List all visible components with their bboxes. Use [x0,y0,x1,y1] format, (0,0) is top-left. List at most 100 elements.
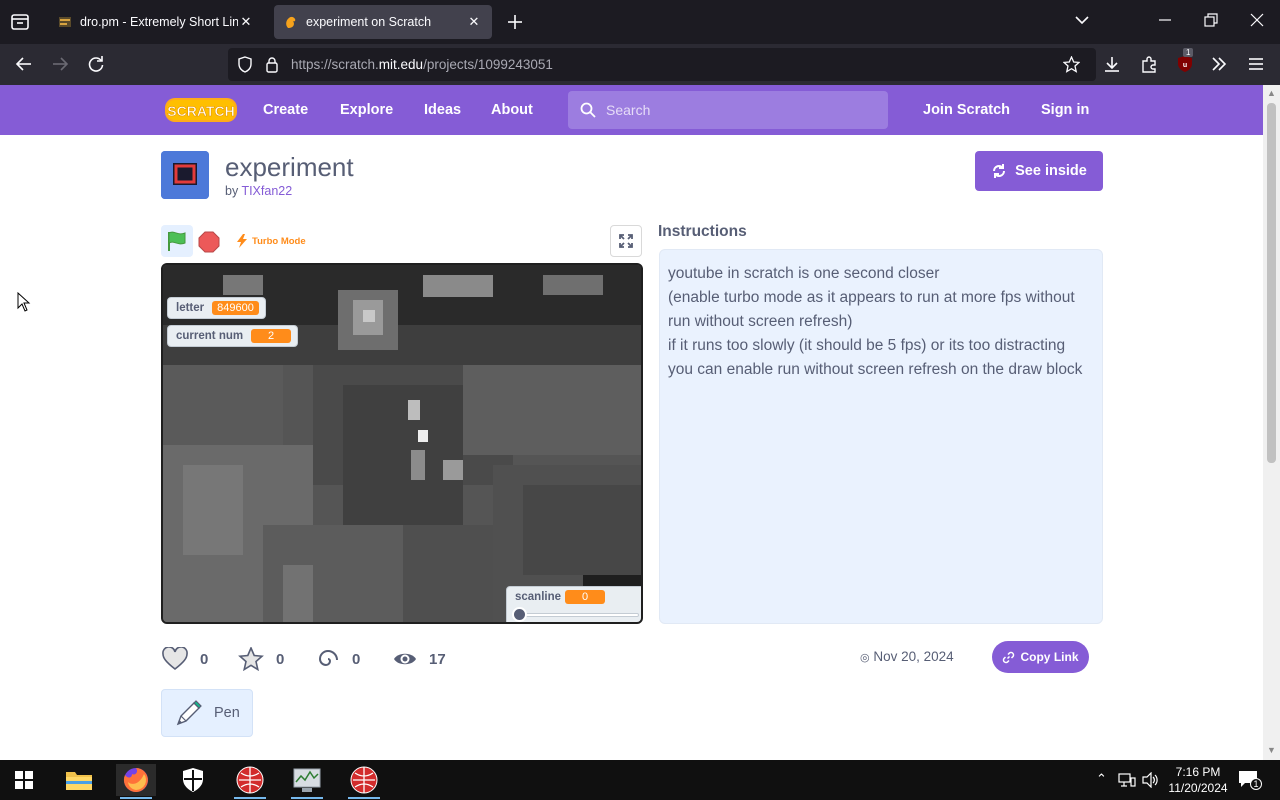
love-count: 0 [200,650,209,668]
ublock-extension[interactable]: u 1 [1175,48,1195,74]
restore-icon[interactable] [1204,12,1218,28]
network-icon[interactable] [1118,772,1136,788]
url-prefix: https://scratch. [291,57,379,72]
link-chain-icon [1003,651,1015,663]
overflow-chevrons-icon[interactable] [1209,54,1229,74]
scanline-slider-track[interactable] [517,613,639,617]
close-tab-icon[interactable]: ✕ [238,14,254,30]
star-icon [238,647,264,671]
bookmark-star-icon[interactable] [1063,56,1080,73]
project-thumbnail [161,151,209,199]
stop-sign-icon[interactable] [198,231,220,253]
favorite-count: 0 [276,650,285,668]
monitor-current-num-label: current num [176,330,244,342]
monitor-scanline[interactable]: scanline 0 [506,586,641,622]
tray-overflow-icon[interactable]: ⌃ [1096,771,1107,787]
minimize-icon[interactable] [1158,12,1172,28]
new-tab-icon[interactable] [503,10,527,34]
turbo-lightning-icon [237,234,247,248]
forward-icon[interactable] [50,54,70,74]
page-scrollbar[interactable]: ▲ ▼ [1263,85,1280,760]
taskbar-app-red-2[interactable] [344,764,384,799]
nav-ideas[interactable]: Ideas [424,102,461,118]
scratch-logo-text: SCRATCH [167,103,234,119]
view-stat: 17 [393,647,446,671]
ublock-shield-icon: u [1178,56,1192,72]
windows-taskbar: ⌃ 7:16 PM 11/20/2024 1 [0,760,1280,800]
see-inside-button[interactable]: See inside [975,151,1103,191]
byline-by: by [225,184,239,198]
project-byline: by TIXfan22 [225,184,292,198]
project-thumbnail-image [161,151,209,199]
scroll-down-arrow-icon[interactable]: ▼ [1267,745,1276,755]
reload-icon[interactable] [86,54,106,74]
notification-center[interactable]: 1 [1238,770,1262,790]
firefox-icon [123,768,148,792]
windows-logo-icon [15,771,33,789]
share-date: ◎ Nov 20, 2024 [860,649,954,664]
monitor-letter[interactable]: letter 849600 [167,297,266,319]
clock-time: 7:16 PM [1175,765,1221,779]
close-tab-icon[interactable]: ✕ [466,14,482,30]
taskbar-monitor-app[interactable] [287,764,327,799]
nav-create[interactable]: Create [263,102,308,118]
search-input[interactable] [606,91,876,129]
view-count: 17 [429,650,446,668]
address-bar[interactable]: https://scratch.mit.edu/projects/1099243… [228,48,1096,81]
search-box[interactable] [568,91,888,129]
project-stage[interactable]: letter 849600 current num 2 scanline 0 [161,263,643,624]
scratch-logo[interactable]: SCRATCH [163,95,239,125]
extensions-puzzle-icon[interactable] [1139,54,1159,74]
tab-label: dro.pm - Extremely Short Links [80,15,238,29]
mouse-pointer-icon [17,292,31,312]
extension-pen[interactable]: Pen [161,689,253,737]
lock-icon[interactable] [265,56,279,73]
copy-link-button[interactable]: Copy Link [992,641,1089,673]
favorite-stat[interactable]: 0 [238,647,284,671]
taskbar-clock[interactable]: 7:16 PM 11/20/2024 [1160,764,1236,796]
fullscreen-icon [619,234,633,248]
url-host: mit.edu [378,57,424,72]
tab-dro-pm[interactable]: dro.pm - Extremely Short Links ✕ [48,5,264,39]
scratch-favicon-icon [286,16,296,28]
see-inside-label: See inside [1015,163,1087,179]
taskbar-firefox[interactable] [116,764,156,799]
volume-icon[interactable] [1142,772,1160,788]
fullscreen-button[interactable] [610,225,642,257]
list-all-tabs-icon[interactable] [1074,12,1090,28]
sign-in-link[interactable]: Sign in [1041,102,1089,118]
taskbar-security[interactable] [173,764,213,796]
url-text[interactable]: https://scratch.mit.edu/projects/1099243… [291,57,553,72]
author-link[interactable]: TIXfan22 [241,184,292,198]
love-stat[interactable]: 0 [162,647,208,671]
folder-icon [66,772,92,790]
start-button[interactable] [4,764,44,796]
nav-explore[interactable]: Explore [340,102,393,118]
taskbar-file-explorer[interactable] [59,764,99,796]
monitor-scanline-label: scanline [515,591,562,603]
tab-scratch-experiment[interactable]: experiment on Scratch ✕ [274,5,492,39]
monitor-current-num-value: 2 [251,329,292,343]
tab-label: experiment on Scratch [306,15,432,29]
scroll-up-arrow-icon[interactable]: ▲ [1267,88,1276,98]
close-window-icon[interactable] [1250,12,1264,28]
back-icon[interactable] [14,54,34,74]
monitor-letter-value: 849600 [212,301,259,315]
tracking-shield-icon[interactable] [237,56,253,73]
monitor-current-num[interactable]: current num 2 [167,325,299,347]
monitor-scanline-value: 0 [565,590,605,604]
instructions-box: youtube in scratch is one second closer … [659,249,1103,624]
red-globe-app-icon [236,766,264,794]
remix-stat: 0 [316,647,360,671]
clock-date: 11/20/2024 [1168,781,1228,795]
tab-list-icon[interactable] [8,10,32,34]
join-scratch-link[interactable]: Join Scratch [923,102,1010,118]
turbo-mode-label: Turbo Mode [252,236,306,247]
taskbar-app-red-1[interactable] [230,764,270,799]
scrollbar-thumb[interactable] [1267,103,1276,463]
nav-about[interactable]: About [491,102,533,118]
hamburger-menu-icon[interactable] [1246,54,1266,74]
green-flag-button[interactable] [161,225,193,257]
downloads-icon[interactable] [1102,54,1122,74]
scanline-slider-handle[interactable] [512,607,527,622]
